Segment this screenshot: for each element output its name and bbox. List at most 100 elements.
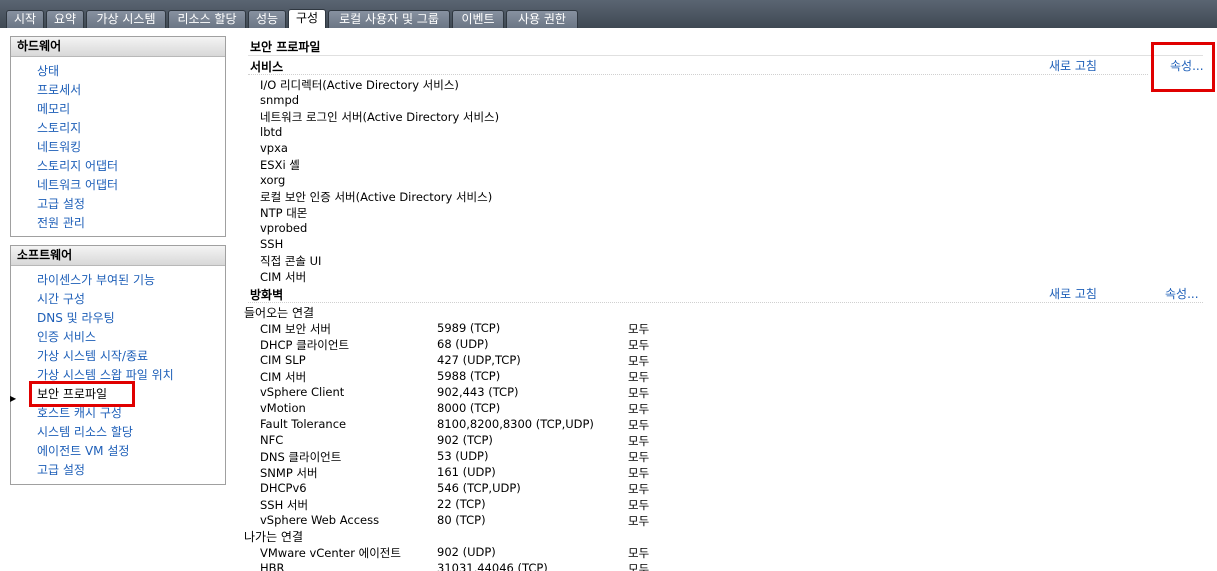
- fw-allowed: 모두: [628, 450, 650, 464]
- software-header: 소프트웨어: [11, 246, 225, 266]
- tab-permissions[interactable]: 사용 권한: [506, 10, 578, 28]
- services-refresh-link[interactable]: 새로 고침: [1049, 57, 1097, 74]
- incoming-connections-label: 들어오는 연결: [244, 306, 315, 320]
- nav-time-configuration[interactable]: 시간 구성: [37, 290, 85, 309]
- nav-storage-adapters[interactable]: 스토리지 어댑터: [37, 157, 118, 176]
- nav-networking[interactable]: 네트워킹: [37, 138, 81, 157]
- service-item: snmpd: [260, 93, 300, 107]
- fw-name: DNS 클라이언트: [260, 450, 342, 464]
- tab-local-users-groups[interactable]: 로컬 사용자 및 그룹: [328, 10, 450, 28]
- fw-allowed: 모두: [628, 322, 650, 336]
- fw-allowed: 모두: [628, 418, 650, 432]
- service-item: SSH: [260, 237, 284, 251]
- fw-name: vSphere Web Access: [260, 513, 380, 527]
- fw-allowed: 모두: [628, 466, 650, 480]
- fw-name: SSH 서버: [260, 498, 309, 512]
- fw-name: HBR: [260, 561, 285, 571]
- fw-name: VMware vCenter 에이전트: [260, 546, 401, 560]
- fw-allowed: 모두: [628, 370, 650, 384]
- service-item: 로컬 보안 인증 서버(Active Directory 서비스): [260, 190, 493, 204]
- firewall-divider: [248, 302, 1203, 303]
- firewall-refresh-link[interactable]: 새로 고침: [1049, 285, 1097, 302]
- nav-advanced-settings-sw[interactable]: 고급 설정: [37, 461, 85, 480]
- nav-network-adapters[interactable]: 네트워크 어댑터: [37, 176, 118, 195]
- fw-allowed: 모두: [628, 482, 650, 496]
- tab-virtual-machines[interactable]: 가상 시스템: [86, 10, 166, 28]
- title-divider: [248, 55, 1203, 56]
- fw-port: 546 (TCP,UDP): [437, 481, 521, 495]
- service-item: 직접 콘솔 UI: [260, 254, 322, 268]
- fw-allowed: 모두: [628, 354, 650, 368]
- fw-port: 161 (UDP): [437, 465, 496, 479]
- fw-allowed: 모두: [628, 562, 650, 571]
- fw-port: 902 (UDP): [437, 545, 496, 559]
- service-item: ESXi 셸: [260, 158, 300, 172]
- nav-power-management[interactable]: 전원 관리: [37, 214, 85, 233]
- fw-port: 902,443 (TCP): [437, 385, 519, 399]
- service-item: NTP 대몬: [260, 206, 308, 220]
- vsphere-config-window: { "tabs": [ {"label": "시작"}, {"label": "…: [0, 0, 1217, 571]
- nav-dns-routing[interactable]: DNS 및 라우팅: [37, 309, 115, 328]
- nav-processors[interactable]: 프로세서: [37, 81, 81, 100]
- firewall-header: 방화벽: [250, 288, 284, 302]
- hardware-header: 하드웨어: [11, 37, 225, 57]
- nav-memory[interactable]: 메모리: [37, 100, 70, 119]
- tab-events[interactable]: 이벤트: [452, 10, 504, 28]
- fw-name: CIM 서버: [260, 370, 307, 384]
- fw-allowed: 모두: [628, 402, 650, 416]
- fw-port: 8100,8200,8300 (TCP,UDP): [437, 417, 594, 431]
- fw-allowed: 모두: [628, 434, 650, 448]
- tab-resource-allocation[interactable]: 리소스 할당: [168, 10, 246, 28]
- fw-allowed: 모두: [628, 546, 650, 560]
- fw-port: 5988 (TCP): [437, 369, 501, 383]
- service-item: vpxa: [260, 141, 288, 155]
- firewall-properties-link[interactable]: 속성...: [1165, 285, 1199, 302]
- service-item: lbtd: [260, 125, 283, 139]
- fw-name: DHCPv6: [260, 481, 307, 495]
- fw-port: 68 (UDP): [437, 337, 489, 351]
- services-divider: [248, 74, 1148, 75]
- tab-bar: 시작 요약 가상 시스템 리소스 할당 성능 구성 로컬 사용자 및 그룹 이벤…: [0, 0, 1217, 28]
- fw-port: 902 (TCP): [437, 433, 493, 447]
- fw-port: 427 (UDP,TCP): [437, 353, 521, 367]
- nav-storage[interactable]: 스토리지: [37, 119, 81, 138]
- nav-licensed-features[interactable]: 라이센스가 부여된 기능: [37, 271, 155, 290]
- fw-port: 5989 (TCP): [437, 321, 501, 335]
- outgoing-connections-label: 나가는 연결: [244, 530, 304, 544]
- nav-advanced-settings-hw[interactable]: 고급 설정: [37, 195, 85, 214]
- page-title: 보안 프로파일: [250, 40, 321, 54]
- fw-port: 31031,44046 (TCP): [437, 561, 548, 571]
- nav-agent-vm-settings[interactable]: 에이전트 VM 설정: [37, 442, 129, 461]
- fw-allowed: 모두: [628, 338, 650, 352]
- fw-name: SNMP 서버: [260, 466, 318, 480]
- service-item: vprobed: [260, 221, 308, 235]
- nav-status[interactable]: 상태: [37, 62, 59, 81]
- fw-name: CIM SLP: [260, 353, 306, 367]
- tab-performance[interactable]: 성능: [248, 10, 286, 28]
- services-header: 서비스: [250, 60, 284, 74]
- service-item: I/O 리디렉터(Active Directory 서비스): [260, 78, 459, 92]
- highlight-box-security-profile: [29, 381, 135, 407]
- fw-name: vMotion: [260, 401, 306, 415]
- fw-allowed: 모두: [628, 498, 650, 512]
- service-item: xorg: [260, 173, 286, 187]
- fw-name: NFC: [260, 433, 284, 447]
- nav-system-resource-allocation[interactable]: 시스템 리소스 할당: [37, 423, 133, 442]
- tab-configuration[interactable]: 구성: [288, 9, 326, 28]
- fw-port: 22 (TCP): [437, 497, 486, 511]
- highlight-box-properties: [1151, 42, 1215, 92]
- nav-authentication-services[interactable]: 인증 서비스: [37, 328, 96, 347]
- fw-port: 80 (TCP): [437, 513, 486, 527]
- fw-port: 53 (UDP): [437, 449, 489, 463]
- selected-arrow-icon: ▶: [10, 394, 17, 403]
- fw-allowed: 모두: [628, 386, 650, 400]
- tab-start[interactable]: 시작: [6, 10, 44, 28]
- nav-vm-startup-shutdown[interactable]: 가상 시스템 시작/종료: [37, 347, 148, 366]
- fw-name: vSphere Client: [260, 385, 345, 399]
- tab-summary[interactable]: 요약: [46, 10, 84, 28]
- fw-allowed: 모두: [628, 514, 650, 528]
- fw-port: 8000 (TCP): [437, 401, 501, 415]
- fw-name: Fault Tolerance: [260, 417, 347, 431]
- service-item: CIM 서버: [260, 270, 307, 284]
- service-item: 네트워크 로그인 서버(Active Directory 서비스): [260, 110, 500, 124]
